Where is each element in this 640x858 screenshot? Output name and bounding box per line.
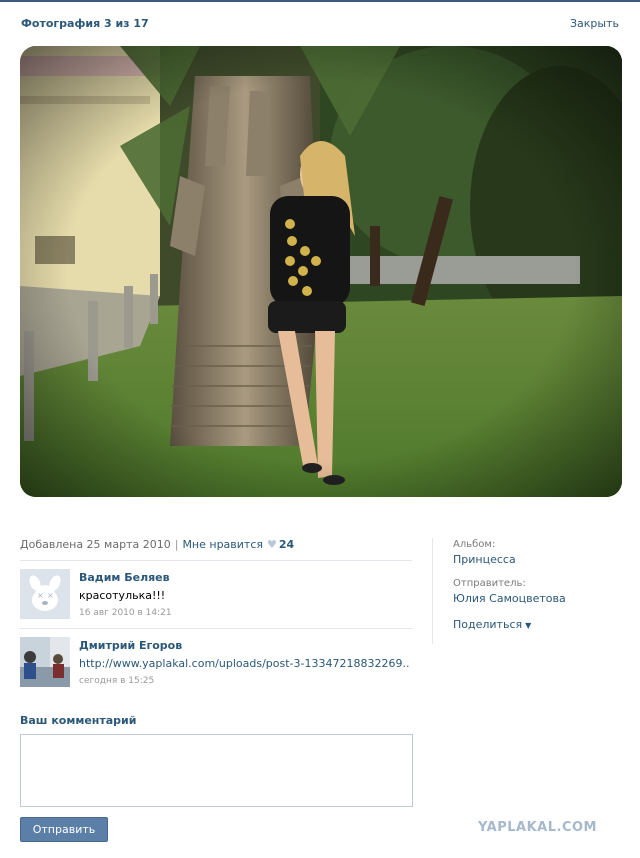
sender-label: Отправитель:: [453, 578, 526, 589]
sender-link[interactable]: Юлия Самоцветова: [453, 592, 622, 605]
avatar[interactable]: × ×: [20, 569, 70, 619]
comment-author[interactable]: Дмитрий Егоров: [79, 639, 182, 652]
user-photo-avatar-icon: [20, 637, 70, 687]
close-link[interactable]: Закрыть: [570, 17, 619, 30]
album-label: Альбом:: [453, 539, 496, 550]
comment-author[interactable]: Вадим Беляев: [79, 571, 170, 584]
divider: [20, 560, 412, 561]
heart-icon[interactable]: ♥: [267, 538, 277, 551]
photo-viewer-header: Фотография 3 из 17 Закрыть: [0, 2, 640, 46]
comment-date[interactable]: сегодня в 15:25: [79, 676, 154, 686]
like-count[interactable]: 24: [279, 538, 294, 551]
avatar[interactable]: [20, 637, 70, 687]
like-button[interactable]: Мне нравится: [182, 538, 263, 551]
default-dog-avatar-icon: × ×: [20, 569, 70, 619]
comment-form-label: Ваш комментарий: [20, 714, 137, 727]
svg-text:×: ×: [47, 591, 54, 600]
added-date: Добавлена 25 марта 2010: [20, 538, 171, 551]
chevron-down-icon: ▼: [525, 621, 532, 630]
divider: [20, 628, 412, 629]
comment-input[interactable]: [20, 734, 413, 807]
watermark-logo: YAPLAKAL.COM: [478, 820, 597, 835]
comment-link[interactable]: http://www.yaplakal.com/uploads/post-3-1…: [79, 657, 409, 670]
send-button[interactable]: Отправить: [20, 817, 108, 842]
comment-item: × × Вадим Беляев красотулька!!! 16 авг 2…: [20, 569, 412, 627]
album-link[interactable]: Принцесса: [453, 553, 622, 566]
share-label: Поделиться: [453, 618, 523, 631]
comment-text: http://www.yaplakal.com/uploads/post-3-1…: [79, 657, 409, 670]
main-photo[interactable]: [20, 46, 622, 497]
comment-date[interactable]: 16 авг 2010 в 14:21: [79, 608, 172, 618]
svg-text:×: ×: [37, 591, 44, 600]
photo-meta: Добавлена 25 марта 2010 | Мне нравится ♥ 24: [20, 538, 294, 551]
comment-text: красотулька!!!: [79, 589, 166, 602]
comment-item: Дмитрий Егоров http://www.yaplakal.com/u…: [20, 637, 412, 695]
share-button[interactable]: Поделиться ▼: [453, 618, 622, 631]
meta-separator: |: [174, 538, 179, 551]
photo-image: [20, 46, 622, 497]
photo-sidebar: Альбом: Принцесса Отправитель: Юлия Само…: [432, 538, 622, 644]
photo-counter-title: Фотография 3 из 17: [21, 17, 149, 30]
